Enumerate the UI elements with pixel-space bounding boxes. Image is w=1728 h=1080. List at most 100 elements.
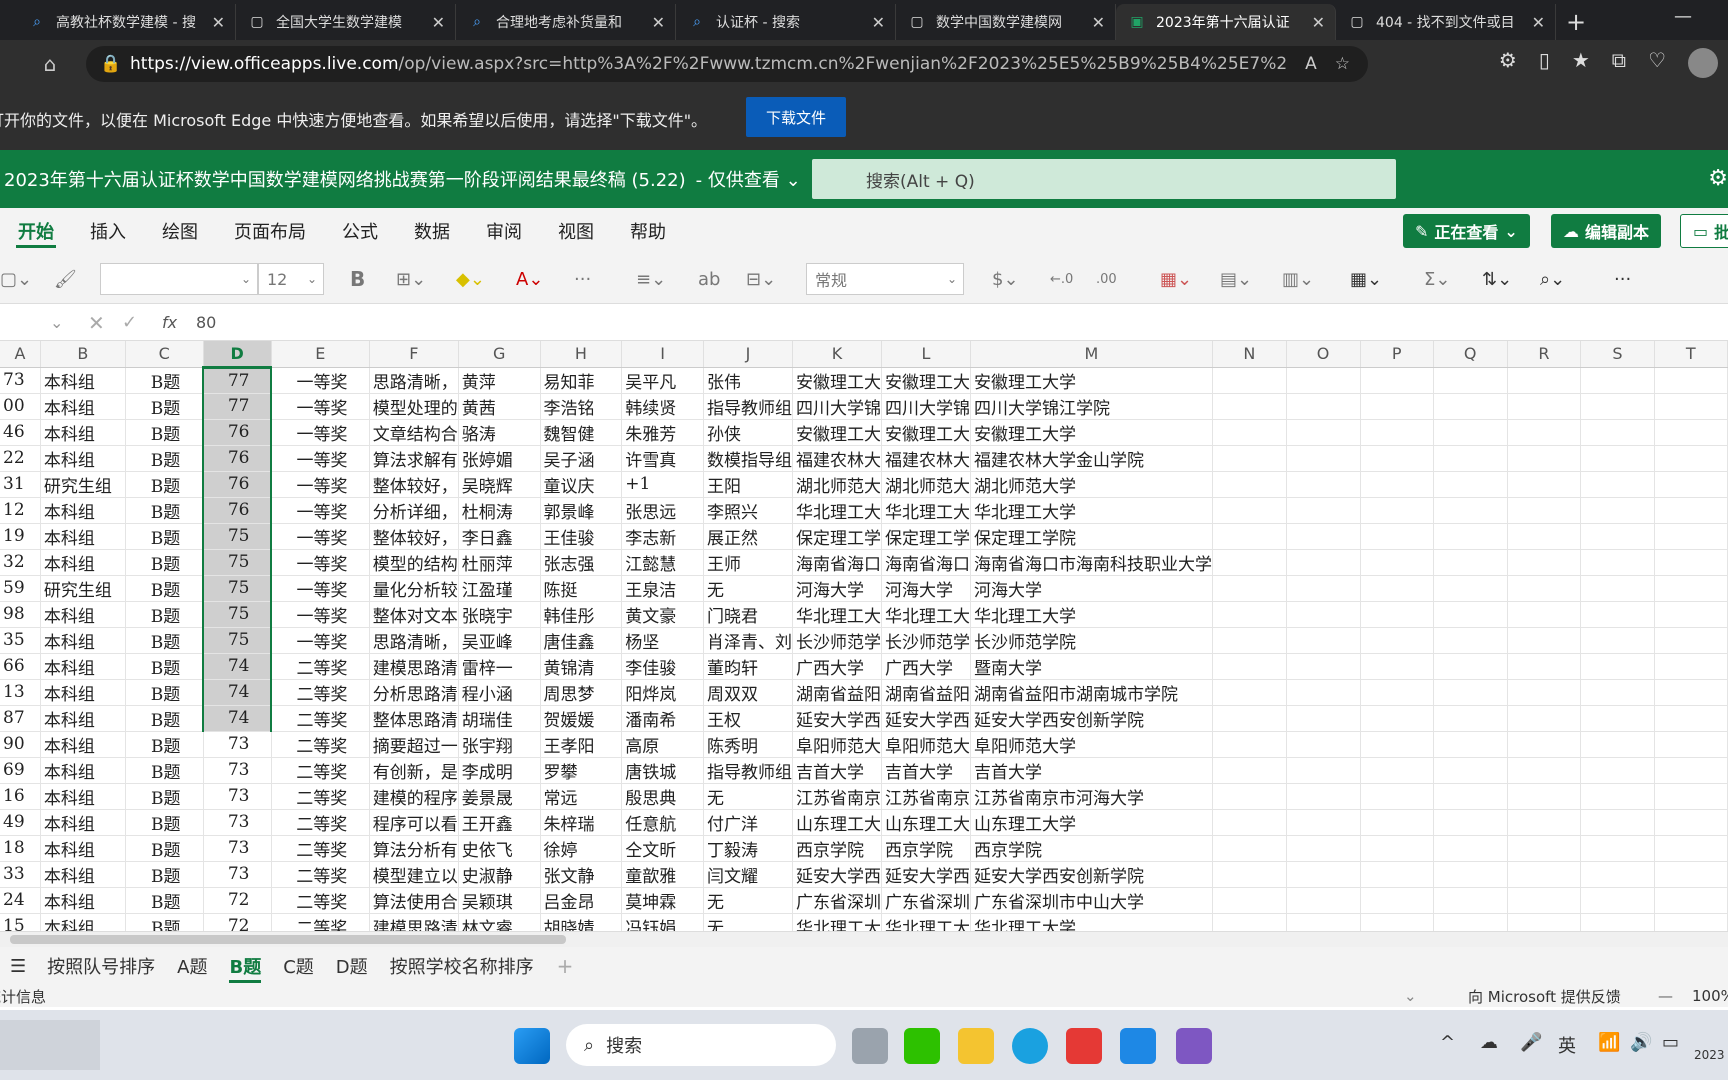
grid-cell[interactable]	[1360, 497, 1434, 524]
grid-cell[interactable]: 李照兴	[703, 497, 793, 524]
grid-cell[interactable]	[1433, 549, 1508, 576]
grid-cell[interactable]: 四川大学锦	[881, 393, 971, 420]
grid-cell[interactable]: 阜阳师范大	[792, 731, 882, 758]
grid-cell[interactable]	[1580, 367, 1655, 394]
minimize-window-icon[interactable]: —	[1674, 6, 1692, 27]
grid-cell[interactable]	[1286, 705, 1361, 732]
grid-cell[interactable]: 徐婷	[540, 835, 623, 862]
zoom-out-icon[interactable]: —	[1658, 987, 1673, 1005]
column-header[interactable]: O	[1286, 341, 1361, 368]
grid-cell[interactable]	[1654, 757, 1728, 784]
wechat-icon[interactable]	[904, 1028, 940, 1064]
grid-cell[interactable]: B题	[125, 835, 204, 862]
conditional-format-icon[interactable]: ▦⌄	[1160, 264, 1192, 294]
grid-cell[interactable]	[1286, 393, 1361, 420]
grid-cell[interactable]: 姜景晟	[458, 783, 541, 810]
grid-cell[interactable]: 杜桐涛	[458, 497, 541, 524]
grid-cell[interactable]: 一等奖	[271, 497, 370, 524]
column-header[interactable]: J	[703, 341, 793, 368]
browser-tab[interactable]: ⌕ 合理地考虑补货量和 ✕	[456, 4, 676, 40]
grid-cell[interactable]	[1360, 809, 1434, 836]
grid-cell[interactable]: 孙侠	[703, 419, 793, 446]
grid-cell[interactable]: 24	[0, 887, 41, 914]
grid-cell[interactable]: 18	[0, 835, 41, 862]
grid-cell[interactable]: 本科组	[40, 835, 126, 862]
grid-cell[interactable]: 付广洋	[703, 809, 793, 836]
grid-cell[interactable]: 贺媛媛	[540, 705, 623, 732]
grid-cell[interactable]: B题	[125, 575, 204, 602]
grid-cell[interactable]	[1580, 809, 1655, 836]
grid-cell[interactable]	[1580, 393, 1655, 420]
grid-cell[interactable]: 唐佳鑫	[540, 627, 623, 654]
grid-cell[interactable]: B题	[125, 445, 204, 472]
grid-cell[interactable]: 陈秀明	[703, 731, 793, 758]
grid-cell[interactable]	[1507, 731, 1582, 758]
grid-cell[interactable]: 本科组	[40, 497, 126, 524]
grid-cell[interactable]	[1580, 835, 1655, 862]
grid-cell[interactable]: 广东省深圳	[792, 887, 882, 914]
grid-cell[interactable]: 研究生组	[40, 471, 126, 498]
battery-icon[interactable]: ▭	[1662, 1032, 1679, 1053]
view-mode-label[interactable]: - 仅供查看 ⌄	[696, 166, 801, 192]
grid-cell[interactable]: 阜阳师范大	[881, 731, 971, 758]
grid-cell[interactable]: 程小涵	[458, 679, 541, 706]
grid-cell[interactable]: 魏智健	[540, 419, 623, 446]
grid-cell[interactable]	[1580, 497, 1655, 524]
grid-cell[interactable]: 王阳	[703, 471, 793, 498]
number-format-select[interactable]: 常规 ⌄	[806, 263, 964, 295]
grid-cell[interactable]	[1507, 367, 1582, 394]
grid-cell[interactable]	[1654, 679, 1728, 706]
grid-cell[interactable]: 江懿慧	[621, 549, 704, 576]
grid-cell[interactable]: 胡晓婧	[540, 913, 623, 931]
grid-cell[interactable]	[1212, 809, 1287, 836]
grid-cell[interactable]	[1433, 679, 1508, 706]
confirm-icon[interactable]: ✓	[122, 312, 137, 333]
grid-cell[interactable]: B题	[125, 549, 204, 576]
grid-cell[interactable]: 潘南希	[621, 705, 704, 732]
grid-cell[interactable]: 75	[202, 523, 273, 550]
grid-cell[interactable]: 73	[0, 367, 41, 394]
grid-cell[interactable]: 华北理工大	[881, 601, 971, 628]
add-sheet-icon[interactable]: +	[545, 954, 586, 978]
grid-cell[interactable]	[1212, 887, 1287, 914]
grid-cell[interactable]: 延安大学西	[792, 705, 882, 732]
grid-cell[interactable]: 阜阳师范大学	[970, 731, 1213, 758]
grid-cell[interactable]	[1580, 783, 1655, 810]
grid-cell[interactable]	[1654, 809, 1728, 836]
grid-cell[interactable]: 唐铁城	[621, 757, 704, 784]
grid-cell[interactable]: 河海大学	[881, 575, 971, 602]
grid-cell[interactable]: 肖泽青、刘	[703, 627, 793, 654]
grid-cell[interactable]: 许雪真	[621, 445, 704, 472]
grid-cell[interactable]: 分析详细，	[369, 497, 459, 524]
grid-cell[interactable]: 二等奖	[271, 653, 370, 680]
grid-cell[interactable]: 华北理工大	[881, 913, 971, 931]
grid-cell[interactable]: 陈挺	[540, 575, 623, 602]
grid-cell[interactable]	[1654, 913, 1728, 931]
grid-cell[interactable]: 73	[203, 783, 272, 810]
grid-cell[interactable]	[1433, 731, 1508, 758]
grid-cell[interactable]	[1286, 497, 1361, 524]
grid-cell[interactable]: 无	[703, 887, 793, 914]
browser-tab[interactable]: ⌕ 认证杯 - 搜索 ✕	[676, 4, 896, 40]
grid-cell[interactable]: 杜丽萍	[458, 549, 541, 576]
grid-cell[interactable]	[1507, 393, 1582, 420]
grid-cell[interactable]	[1286, 835, 1361, 862]
grid-cell[interactable]	[1212, 705, 1287, 732]
grid-cell[interactable]: 湖北师范大学	[970, 471, 1213, 498]
grid-cell[interactable]: 15	[0, 913, 41, 931]
grid-cell[interactable]: 张志强	[540, 549, 623, 576]
grid-cell[interactable]: 华北理工大	[792, 497, 882, 524]
wifi-icon[interactable]: 📶	[1598, 1032, 1620, 1053]
wps-icon[interactable]	[1066, 1028, 1102, 1064]
grid-cell[interactable]: 49	[0, 809, 41, 836]
grid-cell[interactable]: 骆涛	[458, 419, 541, 446]
grid-cell[interactable]	[1360, 627, 1434, 654]
decrease-decimal-icon[interactable]: .00	[1096, 264, 1117, 294]
grid-cell[interactable]: 长沙师范学	[881, 627, 971, 654]
all-sheets-icon[interactable]: ☰	[0, 956, 36, 977]
more-font-icon[interactable]: ···	[574, 264, 591, 294]
grid-cell[interactable]	[1580, 653, 1655, 680]
grid-cell[interactable]	[1580, 705, 1655, 732]
column-header[interactable]: B	[40, 341, 126, 368]
grid-cell[interactable]: 吴平凡	[621, 367, 704, 394]
